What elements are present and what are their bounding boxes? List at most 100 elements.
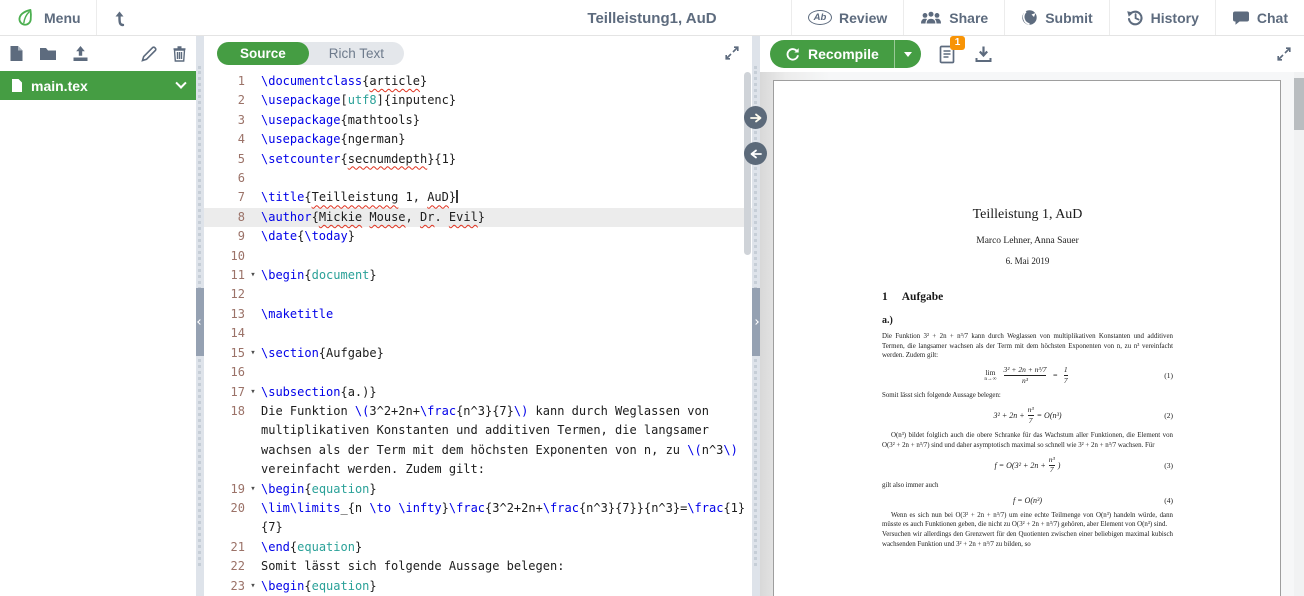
submit-button[interactable]: Submit	[1004, 0, 1108, 35]
code-text[interactable]: \title{Teilleistung 1, AuD}	[261, 188, 752, 207]
section-title: Aufgabe	[902, 291, 944, 303]
refresh-icon	[785, 47, 800, 62]
pdf-equation-2: 3² + 2n + n³7 = O(n³) (2)	[882, 406, 1173, 425]
code-text[interactable]	[261, 324, 752, 343]
pdf-scrollbar-track[interactable]	[1294, 72, 1304, 596]
fold-spacer	[245, 557, 261, 576]
fold-arrow-icon[interactable]: ▾	[245, 480, 261, 499]
code-line[interactable]: 12	[204, 285, 752, 304]
fold-arrow-icon[interactable]: ▾	[245, 344, 261, 363]
new-file-button[interactable]	[9, 45, 24, 62]
code-line[interactable]: 5\setcounter{secnumdepth}{1}	[204, 150, 752, 169]
code-text[interactable]: \setcounter{secnumdepth}{1}	[261, 150, 752, 169]
file-tree-resizer[interactable]	[196, 36, 204, 596]
code-line[interactable]: 23▾\begin{equation}	[204, 577, 752, 596]
code-text[interactable]: \lim\limits_{n \to \infty}\frac{3^2+2n+\…	[261, 499, 752, 538]
code-line[interactable]: 6	[204, 169, 752, 188]
chevron-down-icon[interactable]	[175, 77, 186, 88]
recompile-button[interactable]: Recompile	[770, 40, 894, 68]
code-line[interactable]: 9\date{\today}	[204, 227, 752, 246]
fold-spacer	[245, 169, 261, 188]
code-line[interactable]: 16	[204, 363, 752, 382]
share-button[interactable]: Share	[903, 0, 1004, 35]
history-label: History	[1151, 10, 1199, 26]
code-text[interactable]	[261, 363, 752, 382]
line-number: 12	[204, 285, 261, 304]
text-cursor	[456, 190, 457, 203]
code-line[interactable]: 11▾\begin{document}	[204, 266, 752, 285]
code-text[interactable]: \maketitle	[261, 305, 752, 324]
code-text[interactable]	[261, 169, 752, 188]
download-pdf-button[interactable]	[975, 45, 992, 63]
code-line[interactable]: 17▾\subsection{a.)}	[204, 383, 752, 402]
code-line[interactable]: 2\usepackage[utf8]{inputenc}	[204, 91, 752, 110]
code-line[interactable]: 18Die Funktion \(3^2+2n+\frac{n^3}{7}\) …	[204, 402, 752, 480]
code-line[interactable]: 15▾\section{Aufgabe}	[204, 344, 752, 363]
code-text[interactable]: \begin{document}	[261, 266, 752, 285]
recompile-dropdown[interactable]	[894, 40, 921, 68]
chevron-right-icon	[753, 319, 759, 325]
fold-spacer	[245, 208, 261, 227]
logs-button[interactable]: 1	[939, 44, 956, 64]
code-text[interactable]: \begin{equation}	[261, 480, 752, 499]
pdf-section-heading: 1 Aufgabe	[882, 291, 1173, 303]
pdf-fullscreen-icon[interactable]	[1277, 47, 1291, 61]
code-text[interactable]: \documentclass{article}	[261, 72, 752, 91]
code-text[interactable]	[261, 285, 752, 304]
chat-button[interactable]: Chat	[1215, 0, 1304, 35]
code-line[interactable]: 22Somit lässt sich folgende Aussage bele…	[204, 557, 752, 576]
code-line[interactable]: 21\end{equation}	[204, 538, 752, 557]
code-text[interactable]: Die Funktion \(3^2+2n+\frac{n^3}{7}\) ka…	[261, 402, 752, 480]
code-text[interactable]: \usepackage{ngerman}	[261, 130, 752, 149]
file-tree-toolbar	[0, 36, 196, 71]
upload-button[interactable]	[72, 45, 89, 62]
history-button[interactable]: History	[1109, 0, 1215, 35]
pdf-paragraph: Die Funktion 3² + 2n + n³/7 kann durch W…	[882, 332, 1173, 361]
code-line[interactable]: 20\lim\limits_{n \to \infty}\frac{3^2+2n…	[204, 499, 752, 538]
code-text[interactable]	[261, 247, 752, 266]
code-text[interactable]: \section{Aufgabe}	[261, 344, 752, 363]
top-bar: Teilleistung1, AuD Menu Ab Review Share …	[0, 0, 1304, 36]
file-item-main-tex[interactable]: main.tex	[0, 71, 196, 100]
pdf-page[interactable]: Teilleistung 1, AuD Marco Lehner, Anna S…	[773, 80, 1281, 596]
jump-to-pdf-button[interactable]	[744, 106, 767, 129]
code-text[interactable]: \subsection{a.)}	[261, 383, 752, 402]
code-line[interactable]: 7\title{Teilleistung 1, AuD}	[204, 188, 752, 207]
code-text[interactable]: \usepackage{mathtools}	[261, 111, 752, 130]
code-line[interactable]: 8\author{Mickie Mouse, Dr. Evil}	[204, 208, 752, 227]
file-name: main.tex	[31, 78, 88, 94]
rename-pencil-icon[interactable]	[141, 46, 157, 62]
code-line[interactable]: 3\usepackage{mathtools}	[204, 111, 752, 130]
jump-to-code-button[interactable]	[744, 142, 767, 165]
code-line[interactable]: 14	[204, 324, 752, 343]
code-line[interactable]: 19▾\begin{equation}	[204, 480, 752, 499]
editor-toolbar: Source Rich Text	[204, 36, 752, 70]
code-line[interactable]: 10	[204, 247, 752, 266]
fold-arrow-icon[interactable]: ▾	[245, 266, 261, 285]
code-line[interactable]: 1\documentclass{article}	[204, 72, 752, 91]
collapse-pdf-handle[interactable]	[752, 288, 760, 356]
fold-spacer	[245, 305, 261, 324]
code-text[interactable]: \author{Mickie Mouse, Dr. Evil}	[261, 208, 752, 227]
collapse-file-tree-handle[interactable]	[196, 288, 204, 356]
line-number: 11▾	[204, 266, 261, 285]
code-text[interactable]: \date{\today}	[261, 227, 752, 246]
pdf-scrollbar-thumb[interactable]	[1294, 78, 1304, 130]
fold-spacer	[245, 499, 261, 538]
tab-source[interactable]: Source	[217, 42, 309, 65]
code-text[interactable]: Somit lässt sich folgende Aussage belege…	[261, 557, 752, 576]
code-line[interactable]: 13\maketitle	[204, 305, 752, 324]
delete-trash-icon[interactable]	[172, 45, 187, 62]
code-line[interactable]: 4\usepackage{ngerman}	[204, 130, 752, 149]
tab-rich-text[interactable]: Rich Text	[309, 42, 404, 65]
editor-fullscreen-icon[interactable]	[725, 46, 739, 60]
review-button[interactable]: Ab Review	[791, 0, 903, 35]
fold-arrow-icon[interactable]: ▾	[245, 577, 261, 596]
fold-arrow-icon[interactable]: ▾	[245, 383, 261, 402]
pdf-equation-1: limn→∞ 3² + 2n + n³/7n³ = 17 (1)	[882, 366, 1173, 385]
code-text[interactable]: \end{equation}	[261, 538, 752, 557]
code-text[interactable]: \usepackage[utf8]{inputenc}	[261, 91, 752, 110]
code-editor[interactable]: 1\documentclass{article}2\usepackage[utf…	[204, 70, 752, 596]
new-folder-button[interactable]	[39, 46, 57, 61]
code-text[interactable]: \begin{equation}	[261, 577, 752, 596]
